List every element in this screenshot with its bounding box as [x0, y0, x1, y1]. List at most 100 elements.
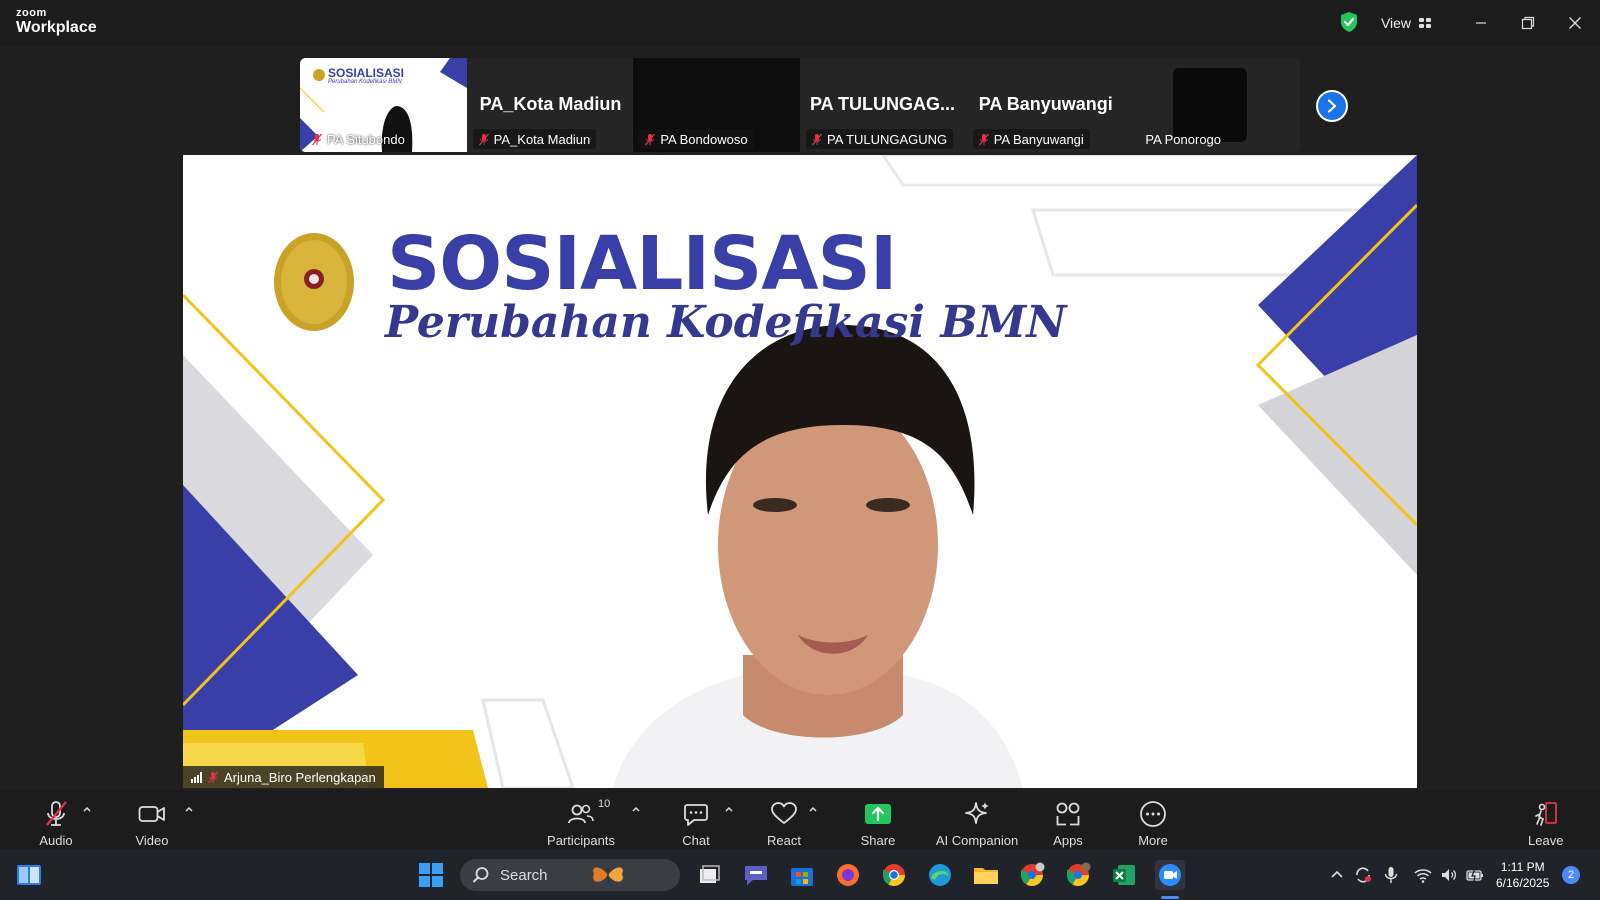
participant-name: PA Ponorogo: [1145, 131, 1222, 147]
volume-icon[interactable]: [1440, 866, 1458, 884]
participant-thumbnail-strip: SOSIALISASI Perubahan Kodefikasi BMN PA …: [300, 58, 1300, 152]
apps-label: Apps: [1053, 833, 1083, 848]
task-view-icon[interactable]: [694, 860, 724, 890]
encryption-shield-icon[interactable]: [1339, 11, 1359, 33]
react-options-chevron-up-icon[interactable]: [808, 804, 818, 814]
clock-date: 6/16/2025: [1496, 876, 1550, 890]
more-button[interactable]: More: [1133, 794, 1173, 848]
mic-muted-icon: [46, 801, 67, 826]
system-clock[interactable]: 1:11 PM 6/16/2025: [1496, 859, 1549, 891]
search-icon: [472, 867, 489, 883]
thumb-slide-title: SOSIALISASI: [328, 66, 405, 80]
mic-muted-icon: [478, 133, 489, 145]
zoom-app-icon[interactable]: [1155, 860, 1185, 890]
firefox-icon[interactable]: [833, 860, 863, 890]
butterfly-search-highlight-icon: [592, 867, 623, 884]
apps-icon: [1056, 802, 1080, 826]
video-options-chevron-up-icon[interactable]: [184, 804, 194, 814]
excel-icon[interactable]: [1109, 860, 1139, 890]
participant-name: PA Situbondo: [327, 131, 405, 147]
active-app-indicator: [1161, 896, 1179, 899]
participant-tile[interactable]: PA Banyuwangi PA Banyuwangi: [966, 58, 1134, 152]
grid-view-icon: [1419, 18, 1432, 28]
restore-button[interactable]: [1508, 8, 1548, 38]
leave-button[interactable]: Leave: [1528, 794, 1563, 848]
edge-icon[interactable]: [925, 860, 955, 890]
share-button[interactable]: Share: [858, 794, 898, 848]
participants-label: Participants: [547, 833, 615, 848]
windows-taskbar: Search 1:11 PM 6/16/2025 2: [0, 850, 1600, 900]
mic-muted-icon: [812, 133, 823, 145]
minimize-button[interactable]: [1461, 8, 1501, 38]
participant-name-label: PA Situbondo: [306, 129, 411, 149]
battery-charging-icon[interactable]: [1466, 866, 1484, 884]
participants-options-chevron-up-icon[interactable]: [631, 804, 641, 814]
taskbar-search-box[interactable]: Search: [460, 859, 680, 891]
participant-tile[interactable]: SOSIALISASI Perubahan Kodefikasi BMN PA …: [300, 58, 467, 152]
participant-name: PA_Kota Madiun: [493, 131, 591, 147]
participant-name-label: PA Bondowoso: [639, 129, 754, 149]
view-label: View: [1380, 15, 1412, 31]
mic-muted-icon: [645, 133, 656, 145]
chrome-icon[interactable]: [879, 860, 909, 890]
chrome-profile-icon[interactable]: [1063, 860, 1093, 890]
share-label: Share: [860, 833, 896, 848]
audio-label: Audio: [39, 833, 73, 848]
participant-tile[interactable]: PA Ponorogo: [1133, 58, 1300, 152]
logo-workplace-text: Workplace: [16, 19, 97, 36]
participant-display-name: PA TULUNGAG...: [810, 94, 956, 114]
chrome-profile-icon[interactable]: [1017, 860, 1047, 890]
chat-bubble-icon: [684, 804, 708, 826]
widgets-icon[interactable]: [16, 864, 42, 886]
more-icon: [1140, 801, 1166, 827]
close-button[interactable]: [1555, 8, 1595, 38]
apps-button[interactable]: Apps: [1048, 794, 1088, 848]
chat-label: Chat: [682, 833, 710, 848]
chat-button[interactable]: Chat: [676, 794, 716, 848]
view-button[interactable]: View: [1370, 9, 1442, 37]
wifi-icon[interactable]: [1414, 866, 1432, 884]
react-label: React: [767, 833, 801, 848]
sparkle-icon: [965, 802, 989, 824]
chat-options-chevron-up-icon[interactable]: [724, 804, 734, 814]
participant-tile[interactable]: PA Bondowoso: [633, 58, 801, 152]
zoom-window: zoom Workplace View SOSIALISASI Perubaha…: [0, 0, 1600, 900]
notification-badge[interactable]: 2: [1562, 866, 1580, 884]
video-camera-icon: [138, 806, 165, 822]
heart-icon: [771, 802, 797, 824]
teams-chat-icon[interactable]: [741, 860, 771, 890]
ai-companion-button[interactable]: AI Companion: [936, 794, 1018, 848]
sync-icon[interactable]: [1354, 866, 1372, 884]
file-explorer-icon[interactable]: [971, 860, 1001, 890]
microsoft-store-icon[interactable]: [787, 860, 817, 890]
react-button[interactable]: React: [764, 794, 804, 848]
participant-tile[interactable]: PA TULUNGAG... PA TULUNGAGUNG: [800, 58, 967, 152]
participant-name-label: PA_Kota Madiun: [472, 129, 597, 149]
logo-zoom-text: zoom: [16, 7, 47, 19]
microphone-icon[interactable]: [1382, 866, 1400, 884]
next-page-button[interactable]: [1316, 90, 1348, 122]
participants-count: 10: [598, 798, 611, 810]
slide-title: SOSIALISASI: [387, 221, 897, 307]
chevron-up-icon[interactable]: [1328, 866, 1346, 884]
participant-name-label: PA Ponorogo: [1139, 129, 1227, 149]
search-placeholder: Search: [500, 866, 548, 884]
more-label: More: [1138, 833, 1168, 848]
leave-label: Leave: [1528, 833, 1564, 848]
video-button[interactable]: Video: [130, 794, 174, 848]
audio-button[interactable]: Audio: [34, 794, 78, 848]
windows-start-icon[interactable]: [418, 862, 444, 888]
speaker-name: Arjuna_Biro Perlengkapan: [224, 769, 376, 785]
video-label: Video: [135, 833, 169, 848]
participant-name: PA Banyuwangi: [993, 131, 1084, 147]
participant-name: PA TULUNGAGUNG: [827, 131, 948, 147]
zoom-logo: zoom Workplace: [16, 8, 97, 36]
chevron-right-icon: [1327, 99, 1337, 113]
title-bar: zoom Workplace View: [0, 0, 1600, 46]
audio-options-chevron-up-icon[interactable]: [82, 804, 92, 814]
mic-muted-icon: [312, 133, 322, 145]
restore-icon: [1521, 16, 1535, 30]
active-speaker-video[interactable]: SOSIALISASI Perubahan Kodefikasi BMN Arj…: [183, 155, 1417, 788]
thumb-slide-subtitle: Perubahan Kodefikasi BMN: [328, 79, 402, 85]
participant-tile[interactable]: PA_Kota Madiun PA_Kota Madiun: [466, 58, 634, 152]
